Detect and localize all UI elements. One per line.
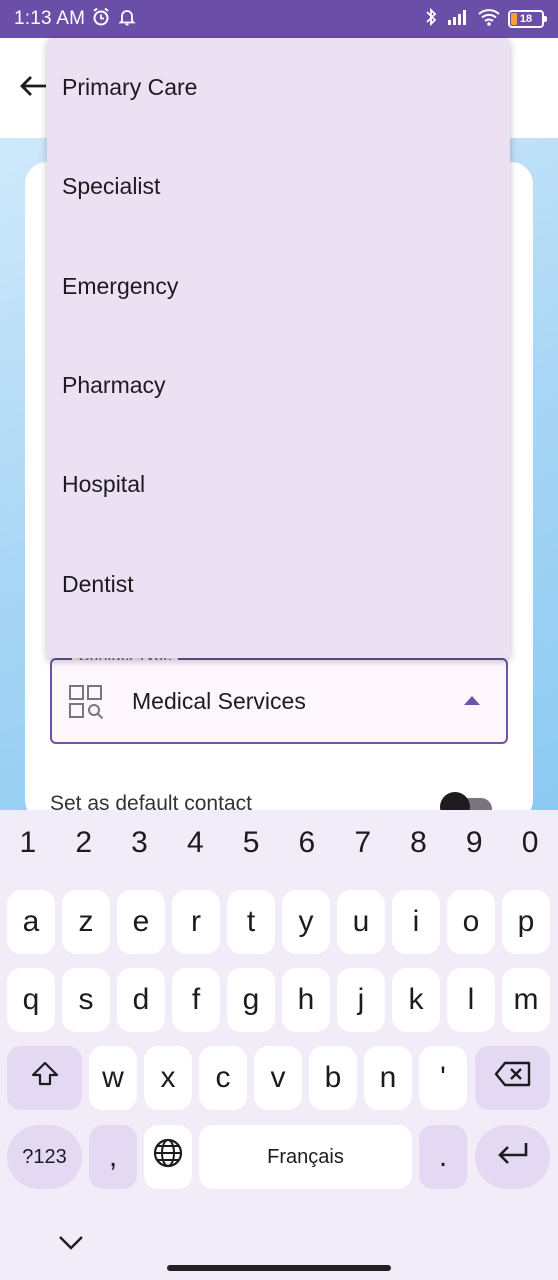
- dropdown-arrow-icon: [464, 696, 480, 705]
- arrow-left-icon: [18, 74, 48, 103]
- battery-icon: 18: [508, 10, 547, 28]
- key-k[interactable]: k: [392, 968, 440, 1032]
- default-contact-label: Set as default contact: [50, 792, 252, 812]
- key-q[interactable]: q: [7, 968, 55, 1032]
- menu-item-emergency[interactable]: Emergency: [47, 237, 510, 336]
- number-row: 1 2 3 4 5 6 7 8 9 0: [0, 826, 558, 860]
- key-z[interactable]: z: [62, 890, 110, 954]
- battery-level: 18: [519, 13, 533, 25]
- home-indicator[interactable]: [167, 1265, 391, 1271]
- key-4[interactable]: 4: [167, 826, 223, 860]
- key-p[interactable]: p: [502, 890, 550, 954]
- key-t[interactable]: t: [227, 890, 275, 954]
- key-7[interactable]: 7: [335, 826, 391, 860]
- hide-keyboard-icon[interactable]: [57, 1232, 85, 1252]
- shift-icon: [30, 1060, 60, 1096]
- key-s[interactable]: s: [62, 968, 110, 1032]
- enter-icon: [495, 1140, 531, 1174]
- key-e[interactable]: e: [117, 890, 165, 954]
- key-5[interactable]: 5: [223, 826, 279, 860]
- key-i[interactable]: i: [392, 890, 440, 954]
- key-m[interactable]: m: [502, 968, 550, 1032]
- globe-icon: [152, 1137, 184, 1177]
- key-b[interactable]: b: [309, 1046, 357, 1110]
- key-8[interactable]: 8: [391, 826, 447, 860]
- key-c[interactable]: c: [199, 1046, 247, 1110]
- key-6[interactable]: 6: [279, 826, 335, 860]
- key-w[interactable]: w: [89, 1046, 137, 1110]
- menu-item-primary-care[interactable]: Primary Care: [47, 38, 510, 137]
- period-key[interactable]: .: [419, 1125, 467, 1189]
- category-search-icon: [68, 684, 104, 720]
- keyboard: 1 2 3 4 5 6 7 8 9 0 a z e r t y u i o p …: [0, 810, 558, 1280]
- shift-key[interactable]: [7, 1046, 82, 1110]
- key-1[interactable]: 1: [0, 826, 56, 860]
- backspace-key[interactable]: [475, 1046, 550, 1110]
- menu-item-hospital[interactable]: Hospital: [47, 435, 510, 534]
- language-key[interactable]: [144, 1125, 192, 1189]
- key-n[interactable]: n: [364, 1046, 412, 1110]
- key-v[interactable]: v: [254, 1046, 302, 1110]
- key-o[interactable]: o: [447, 890, 495, 954]
- enter-key[interactable]: [475, 1125, 550, 1189]
- key-3[interactable]: 3: [112, 826, 168, 860]
- key-9[interactable]: 9: [446, 826, 502, 860]
- comma-key[interactable]: ,: [89, 1125, 137, 1189]
- menu-item-specialist[interactable]: Specialist: [47, 137, 510, 236]
- key-h[interactable]: h: [282, 968, 330, 1032]
- key-2[interactable]: 2: [56, 826, 112, 860]
- key-d[interactable]: d: [117, 968, 165, 1032]
- space-key[interactable]: Français: [199, 1125, 412, 1189]
- wifi-icon: [478, 8, 500, 31]
- key-f[interactable]: f: [172, 968, 220, 1032]
- key-apostrophe[interactable]: ': [419, 1046, 467, 1110]
- contact-type-menu: Primary Care Specialist Emergency Pharma…: [47, 38, 510, 658]
- alarm-icon: [91, 7, 111, 32]
- menu-item-dentist[interactable]: Dentist: [47, 534, 510, 633]
- toggle-knob: [440, 792, 470, 812]
- signal-icon: [446, 8, 470, 31]
- bluetooth-icon: [424, 7, 438, 32]
- key-u[interactable]: u: [337, 890, 385, 954]
- default-contact-row: Set as default contact: [50, 792, 500, 812]
- key-g[interactable]: g: [227, 968, 275, 1032]
- contact-type-value: Medical Services: [132, 688, 306, 714]
- menu-item-pharmacy[interactable]: Pharmacy: [47, 336, 510, 435]
- contact-type-dropdown[interactable]: Contact Type Medical Services: [50, 648, 508, 744]
- status-bar: 1:13 AM 18: [0, 0, 558, 38]
- key-y[interactable]: y: [282, 890, 330, 954]
- status-time: 1:13 AM: [14, 8, 86, 29]
- symbols-key[interactable]: ?123: [7, 1125, 82, 1189]
- key-0[interactable]: 0: [502, 826, 558, 860]
- key-j[interactable]: j: [337, 968, 385, 1032]
- key-l[interactable]: l: [447, 968, 495, 1032]
- key-r[interactable]: r: [172, 890, 220, 954]
- key-a[interactable]: a: [7, 890, 55, 954]
- backspace-icon: [493, 1059, 533, 1097]
- notification-icon: [117, 7, 137, 32]
- key-x[interactable]: x: [144, 1046, 192, 1110]
